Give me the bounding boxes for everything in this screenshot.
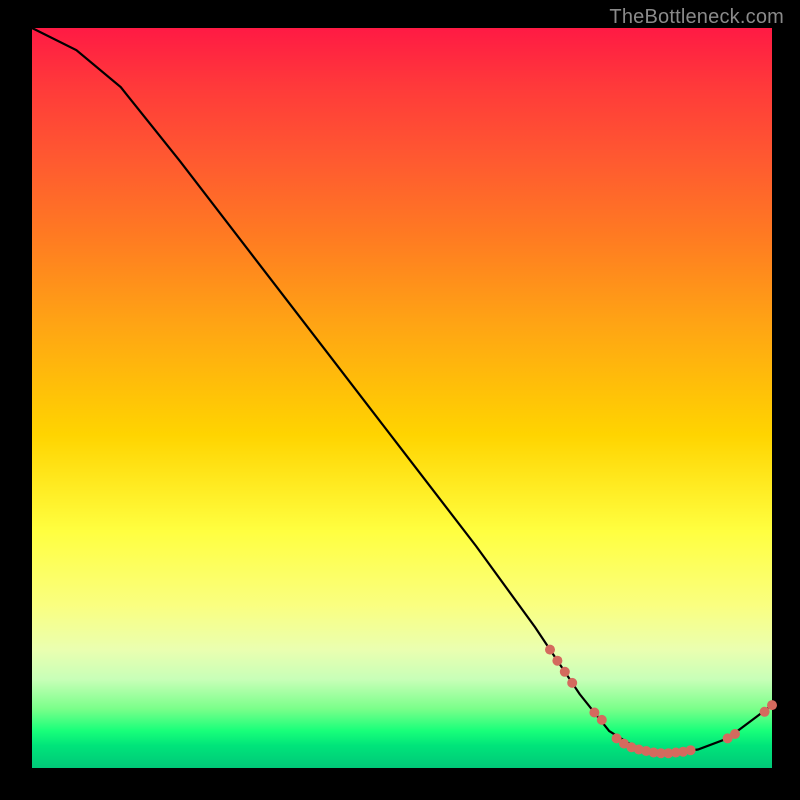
- plot-area: [32, 28, 772, 768]
- marker-dot: [589, 708, 599, 718]
- marker-dot: [597, 715, 607, 725]
- curve-line: [32, 28, 772, 753]
- marker-dot: [552, 656, 562, 666]
- markers-group: [545, 645, 777, 759]
- marker-dot: [567, 678, 577, 688]
- marker-dot: [686, 745, 696, 755]
- marker-dot: [730, 729, 740, 739]
- marker-dot: [560, 667, 570, 677]
- marker-dot: [545, 645, 555, 655]
- marker-dot: [767, 700, 777, 710]
- marker-dot: [760, 707, 770, 717]
- chart-stage: TheBottleneck.com: [0, 0, 800, 800]
- watermark-text: TheBottleneck.com: [609, 6, 784, 29]
- series-svg: [32, 28, 772, 768]
